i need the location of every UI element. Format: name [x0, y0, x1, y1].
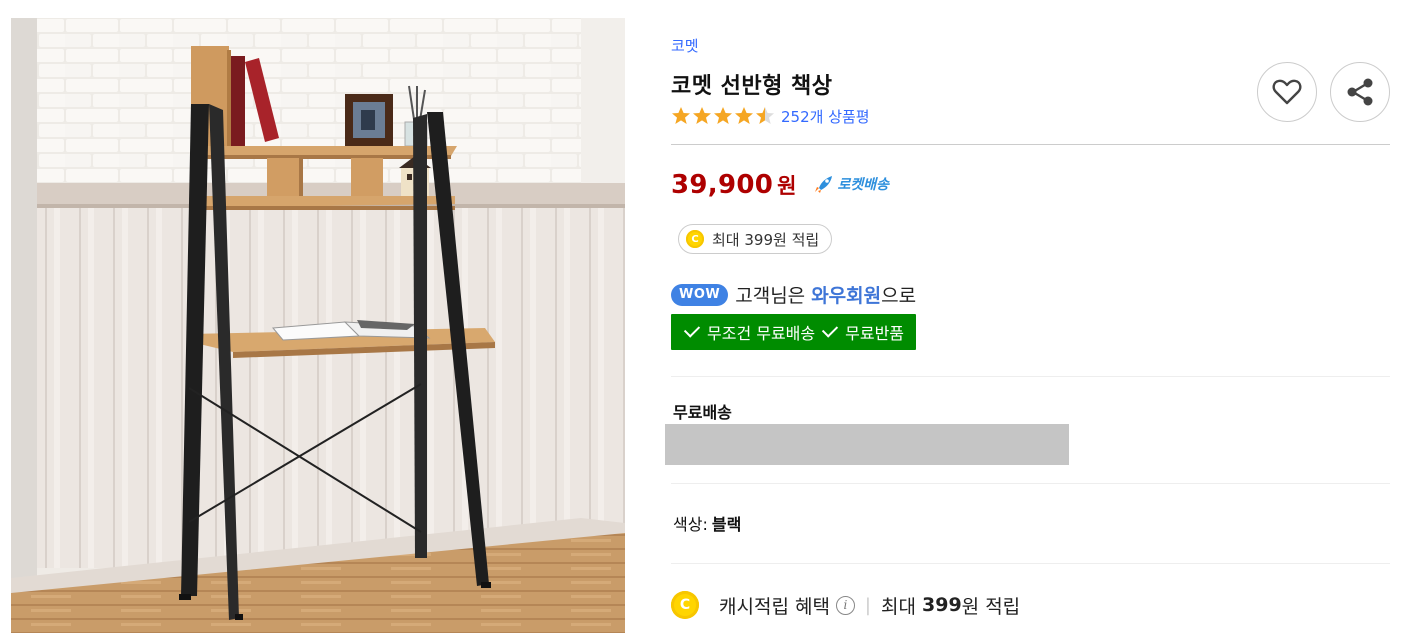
brand-link[interactable]: 코멧	[671, 35, 699, 56]
rating-row[interactable]: 252개 상품평	[671, 104, 870, 128]
product-image[interactable]	[11, 18, 625, 633]
cash-benefit-amount: 399	[922, 594, 962, 616]
sale-price: 39,900	[671, 170, 774, 200]
cash-benefit-label: 캐시적립 혜택	[719, 595, 830, 618]
color-option[interactable]: 색상: 블랙	[673, 511, 741, 535]
option-value: 블랙	[711, 515, 742, 534]
review-count-link[interactable]: 252개 상품평	[781, 106, 870, 127]
cash-coin-icon: C	[671, 591, 699, 619]
desk-photo	[11, 18, 625, 633]
wow-text-before: 고객님은	[735, 285, 812, 307]
shipping-label: 무료배송	[673, 403, 732, 422]
star-rating	[671, 106, 775, 126]
wow-benefit-banner: 무조건 무료배송 무료반품	[671, 314, 917, 350]
rocket-icon	[815, 176, 833, 193]
wow-member-label: 와우회원	[811, 285, 882, 307]
info-icon[interactable]: i	[835, 595, 855, 615]
free-return-benefit: 무료반품	[845, 324, 905, 343]
header-divider	[671, 144, 1390, 145]
free-shipping-benefit: 무조건 무료배송	[707, 324, 816, 343]
wow-text-after: 으로	[881, 285, 917, 307]
star-icon	[714, 107, 732, 124]
section-divider	[671, 483, 1390, 484]
heart-icon	[1272, 79, 1302, 105]
star-icon	[756, 107, 774, 124]
cash-benefit-suffix: 원 적립	[961, 595, 1021, 618]
star-icon	[672, 107, 690, 124]
wow-badge: WOW	[671, 283, 729, 306]
section-divider	[671, 376, 1390, 377]
rocket-delivery-label: 로켓배송	[837, 177, 889, 193]
separator: |	[864, 594, 871, 616]
share-icon	[1347, 78, 1373, 106]
wow-member-row: WOW 고객님은 와우회원 으로	[671, 281, 916, 308]
star-icon	[693, 107, 711, 124]
share-button[interactable]	[1330, 62, 1390, 122]
cash-coin-icon: C	[686, 230, 704, 248]
wishlist-button[interactable]	[1257, 62, 1317, 122]
star-icon	[735, 107, 753, 124]
price-row: 39,900 원 로켓배송	[671, 170, 889, 200]
product-info-panel: 코멧 코멧 선반형 책상 252개 상품평 39,900 원 로켓배송 C 최대…	[665, 0, 1391, 643]
cash-benefit-prefix: 최대	[881, 595, 922, 618]
product-title: 코멧 선반형 책상	[671, 74, 833, 99]
price-unit: 원	[777, 174, 797, 198]
cash-reward-pill: C 최대 399원 적립	[678, 224, 833, 254]
cash-benefit-row: C 캐시적립 혜택 i | 최대 399 원 적립	[671, 591, 1020, 619]
option-label: 색상:	[673, 515, 708, 534]
check-icon	[822, 321, 839, 338]
rocket-delivery-badge: 로켓배송	[814, 174, 889, 194]
cash-reward-text: 최대 399원 적립	[712, 230, 820, 249]
redacted-shipping-info	[665, 424, 1069, 465]
section-divider	[671, 563, 1390, 564]
check-icon	[683, 321, 701, 338]
